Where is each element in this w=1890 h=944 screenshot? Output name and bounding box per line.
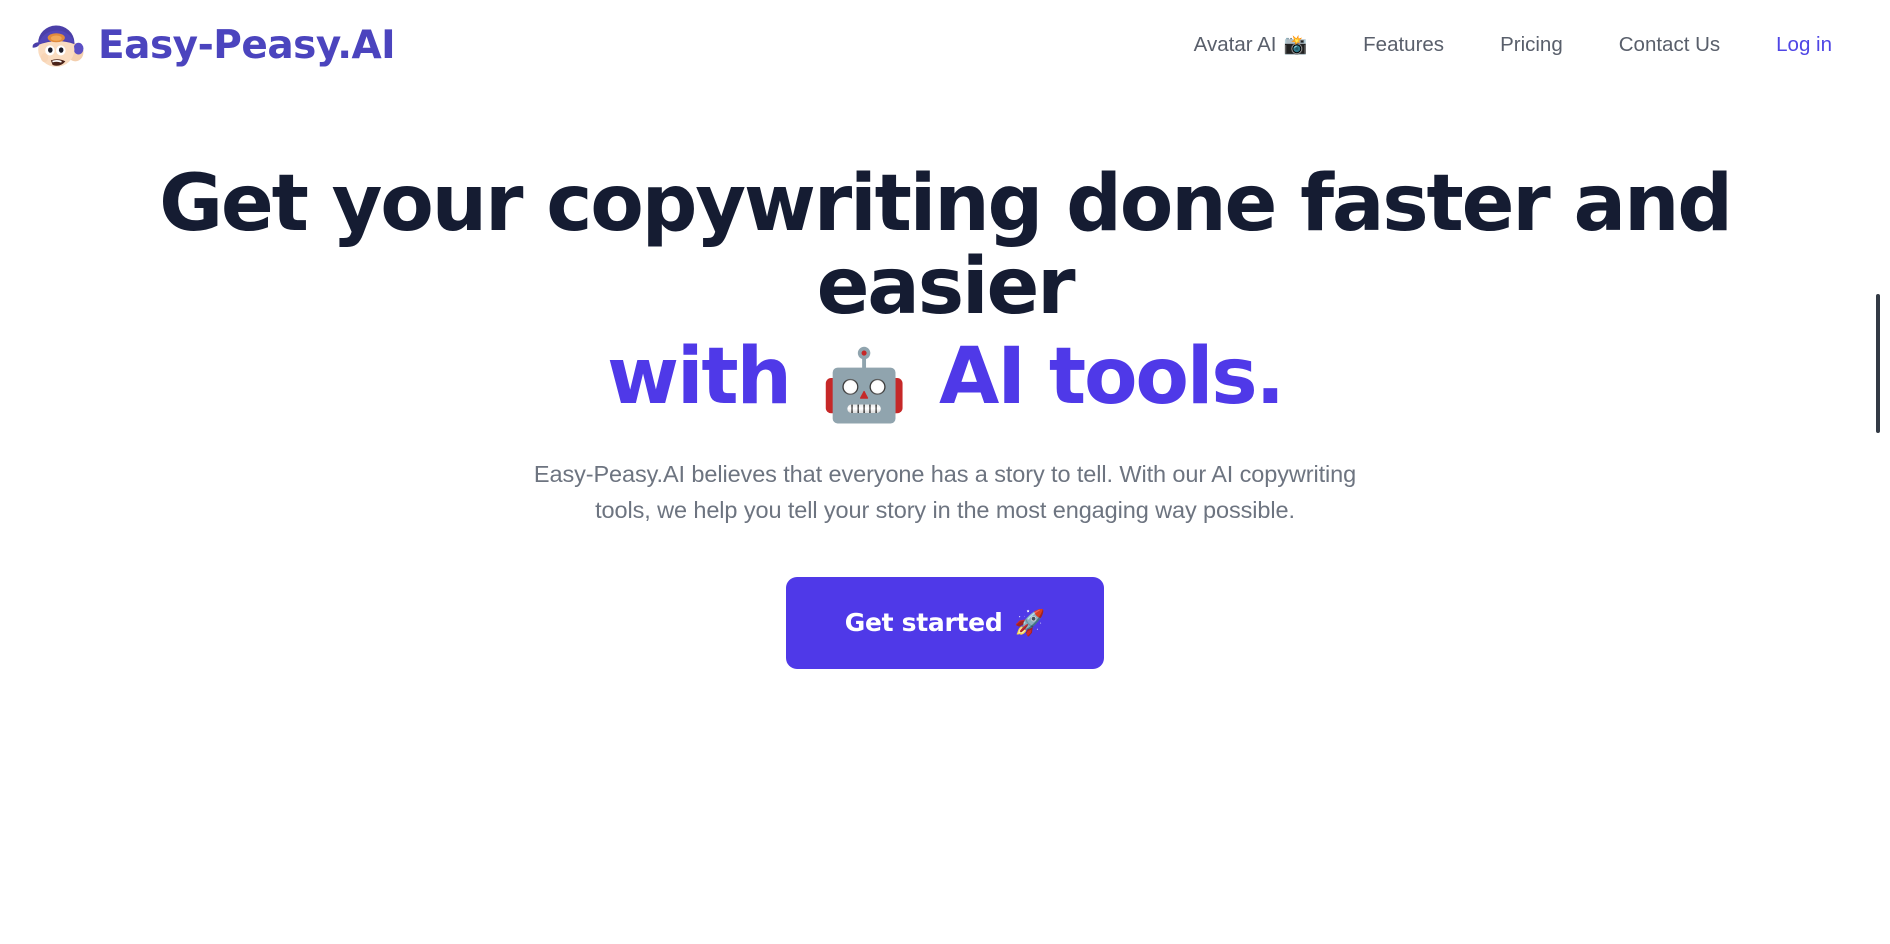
- nav-item-contact-us[interactable]: Contact Us: [1591, 25, 1748, 66]
- nav-item-avatar-ai[interactable]: Avatar AI 📸: [1166, 25, 1335, 66]
- hero-heading-line-1: Get your copywriting done faster and: [159, 159, 1733, 249]
- nav-item-log-in[interactable]: Log in: [1748, 25, 1842, 66]
- nav-item-pricing[interactable]: Pricing: [1472, 25, 1591, 66]
- camera-with-flash-icon: 📸: [1283, 34, 1308, 56]
- brand-wordmark: Easy-Peasy.AI: [98, 22, 396, 68]
- robot-face-icon: 🤖: [820, 343, 908, 426]
- page-scrollbar[interactable]: [1876, 0, 1890, 944]
- rocket-icon: 🚀: [1014, 608, 1046, 638]
- brand-logo-link[interactable]: Easy-Peasy.AI: [30, 16, 396, 74]
- page-root: Easy-Peasy.AI Avatar AI 📸 Features Prici…: [0, 0, 1890, 944]
- hero-heading-accent: with 🤖 AI tools.: [125, 335, 1765, 426]
- get-started-button-label: Get started: [844, 608, 1003, 638]
- nav-item-label: Avatar AI: [1193, 32, 1277, 56]
- scrollbar-thumb[interactable]: [1876, 294, 1880, 433]
- nav-item-label: Contact Us: [1618, 32, 1721, 56]
- site-header: Easy-Peasy.AI Avatar AI 📸 Features Prici…: [0, 0, 1890, 90]
- boy-with-cap-mascot-icon: [32, 25, 84, 67]
- hero-cta-container: Get started 🚀: [0, 576, 1890, 669]
- nav-item-features[interactable]: Features: [1335, 25, 1472, 66]
- get-started-button[interactable]: Get started 🚀: [786, 576, 1104, 669]
- hero-accent-suffix: AI tools.: [938, 331, 1285, 422]
- nav-item-label: Log in: [1776, 32, 1832, 56]
- hero-subtitle: Easy-Peasy.AI believes that everyone has…: [533, 460, 1357, 524]
- hero-accent-prefix: with: [607, 331, 792, 422]
- main-navigation: Avatar AI 📸 Features Pricing Contact Us …: [1166, 25, 1842, 66]
- hero-section: Get your copywriting done faster and eas…: [0, 90, 1890, 669]
- nav-item-label: Features: [1363, 32, 1445, 56]
- hero-heading-line-2: easier: [816, 242, 1076, 333]
- nav-item-label: Pricing: [1500, 32, 1563, 56]
- page-title: Get your copywriting done faster and eas…: [125, 90, 1765, 420]
